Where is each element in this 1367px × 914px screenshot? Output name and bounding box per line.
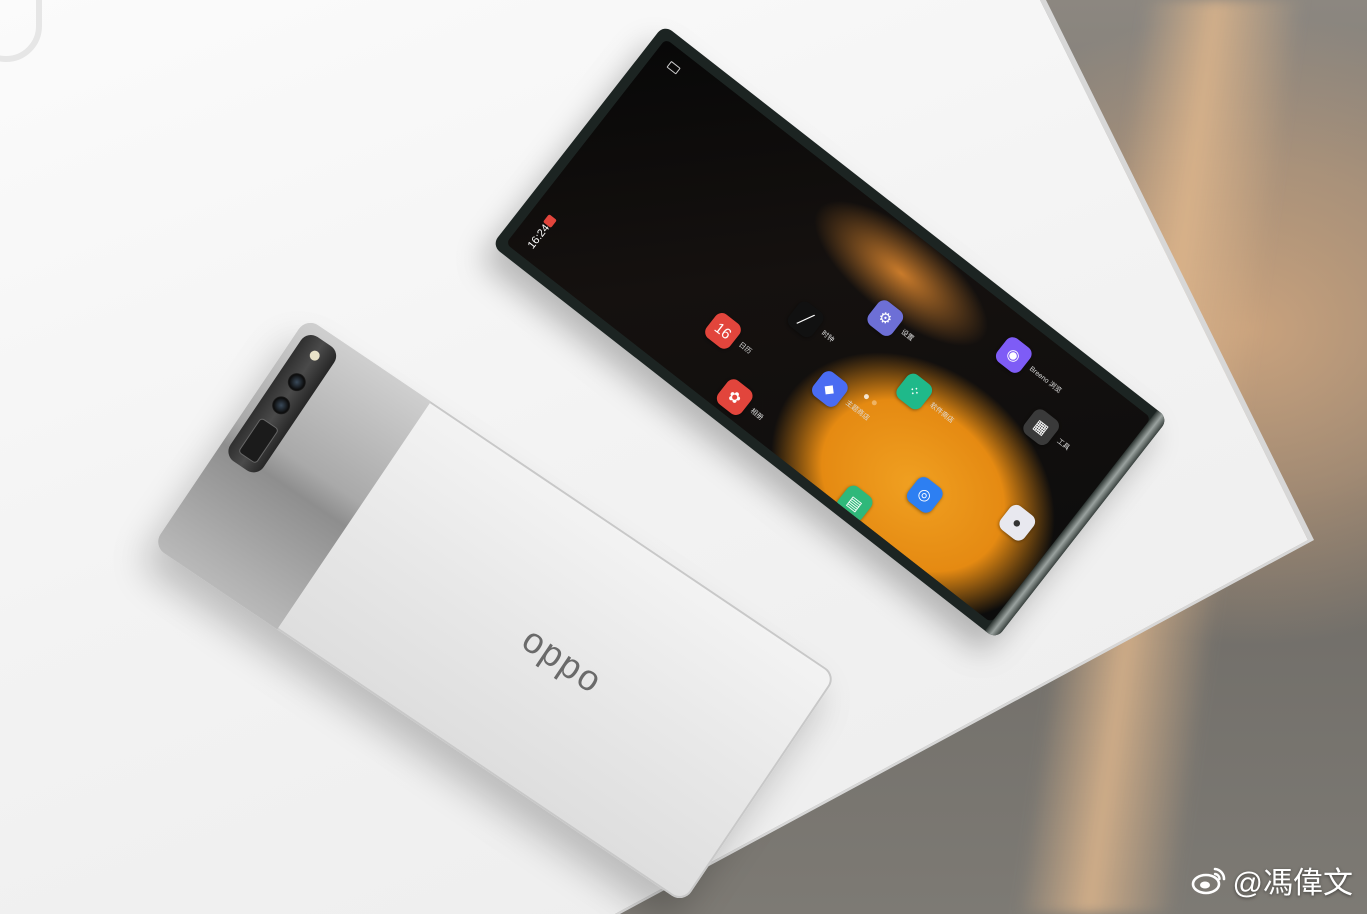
app-label-calendar: 日历: [737, 341, 753, 356]
app-label-browser: Breeno 浏览: [1027, 365, 1063, 395]
app-label-tools: 工具: [1055, 437, 1071, 452]
camera-lens-icon: [268, 392, 294, 418]
app-label-clock: 时钟: [819, 329, 836, 345]
compass-icon[interactable]: ◎: [903, 473, 946, 516]
camera-icon[interactable]: ●: [996, 501, 1039, 544]
watermark-text: @馮偉文: [1232, 867, 1353, 900]
battery-icon: [666, 60, 681, 75]
weibo-icon: [1191, 867, 1225, 895]
status-time: 16:24: [525, 222, 553, 252]
app-label-photos: 相册: [748, 407, 765, 422]
photo-scene: 16:24 ◉ Breeno 浏览 ⚙ 设置 ▦ 工具 ⁘ 软件商店 ● ╱ 时…: [0, 0, 1367, 914]
flash-icon: [307, 348, 322, 363]
app-label-store: 软件商店: [928, 402, 955, 425]
app-label-theme: 主题商店: [843, 399, 871, 423]
calendar-date: 16: [711, 319, 735, 343]
camera-lens-icon: [284, 369, 310, 395]
app-label-settings: 设置: [899, 328, 915, 343]
watermark: @馮偉文: [1191, 858, 1353, 902]
periscope-lens-icon: [237, 417, 280, 465]
page-indicator: [862, 393, 878, 407]
